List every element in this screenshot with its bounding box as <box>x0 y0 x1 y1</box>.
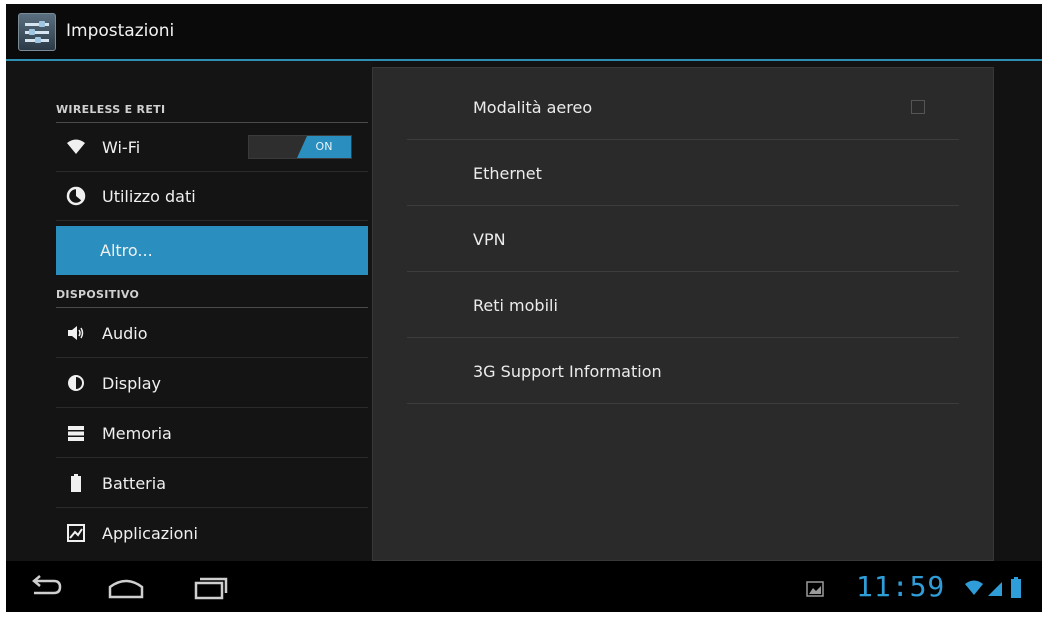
sidebar-item-label: Wi-Fi <box>102 138 141 157</box>
sidebar-item-label: Applicazioni <box>102 524 198 543</box>
brightness-icon <box>66 373 86 393</box>
data-usage-icon <box>66 186 86 206</box>
sidebar-item-more[interactable]: Altro... <box>56 226 368 275</box>
action-bar: Impostazioni <box>6 4 1042 61</box>
sidebar-item-label: Audio <box>102 324 148 343</box>
sidebar-item-label: Memoria <box>102 424 172 443</box>
list-item-ethernet[interactable]: Ethernet <box>407 140 959 206</box>
sidebar-item-data-usage[interactable]: Utilizzo dati <box>56 172 368 221</box>
storage-icon <box>66 423 86 443</box>
sidebar-item-wifi[interactable]: Wi-Fi ON <box>56 123 368 172</box>
settings-sidebar: WIRELESS E RETI Wi-Fi ON Utilizzo dati A… <box>6 61 372 561</box>
status-clock: 11:59 <box>856 570 946 603</box>
battery-icon <box>66 473 86 493</box>
sidebar-item-audio[interactable]: Audio <box>56 309 368 358</box>
system-navigation-bar: 11:59 <box>6 561 1042 612</box>
wifi-icon <box>66 137 86 157</box>
sidebar-item-label: Utilizzo dati <box>102 187 196 206</box>
airplane-mode-checkbox[interactable] <box>911 100 925 114</box>
sidebar-item-battery[interactable]: Batteria <box>56 459 368 508</box>
sidebar-item-label: Batteria <box>102 474 166 493</box>
list-item-3g-support[interactable]: 3G Support Information <box>407 338 959 404</box>
android-settings-screen: Impostazioni WIRELESS E RETI Wi-Fi ON Ut… <box>6 4 1042 612</box>
wifi-toggle[interactable]: ON <box>248 135 352 159</box>
section-header-wireless: WIRELESS E RETI <box>56 99 368 123</box>
section-header-device: DISPOSITIVO <box>56 284 368 308</box>
list-item-vpn[interactable]: VPN <box>407 206 959 272</box>
list-item-mobile-networks[interactable]: Reti mobili <box>407 272 959 338</box>
settings-detail-panel: Modalità aereo Ethernet VPN Reti mobili … <box>372 67 994 561</box>
toggle-state: ON <box>297 136 351 158</box>
sidebar-item-label: Display <box>102 374 161 393</box>
recent-apps-icon[interactable] <box>190 573 230 601</box>
apps-icon <box>66 523 86 543</box>
page-title: Impostazioni <box>66 21 175 41</box>
home-icon[interactable] <box>106 573 146 601</box>
sidebar-item-apps[interactable]: Applicazioni <box>56 509 368 558</box>
list-item-label: Modalità aereo <box>473 98 593 117</box>
list-item-label: 3G Support Information <box>473 362 662 381</box>
sidebar-item-display[interactable]: Display <box>56 359 368 408</box>
battery-status-icon <box>1010 577 1022 603</box>
gallery-notification-icon[interactable] <box>806 580 824 602</box>
list-item-label: Ethernet <box>473 164 542 183</box>
list-item-airplane-mode[interactable]: Modalità aereo <box>407 74 959 140</box>
list-item-label: Reti mobili <box>473 296 558 315</box>
speaker-icon <box>66 323 86 343</box>
back-icon[interactable] <box>26 573 66 601</box>
settings-sliders-icon[interactable] <box>18 13 56 51</box>
sidebar-item-label: Altro... <box>100 241 153 260</box>
list-item-label: VPN <box>473 230 506 249</box>
cell-signal-icon <box>986 579 1004 601</box>
wifi-signal-icon <box>964 579 984 601</box>
sidebar-item-storage[interactable]: Memoria <box>56 409 368 458</box>
